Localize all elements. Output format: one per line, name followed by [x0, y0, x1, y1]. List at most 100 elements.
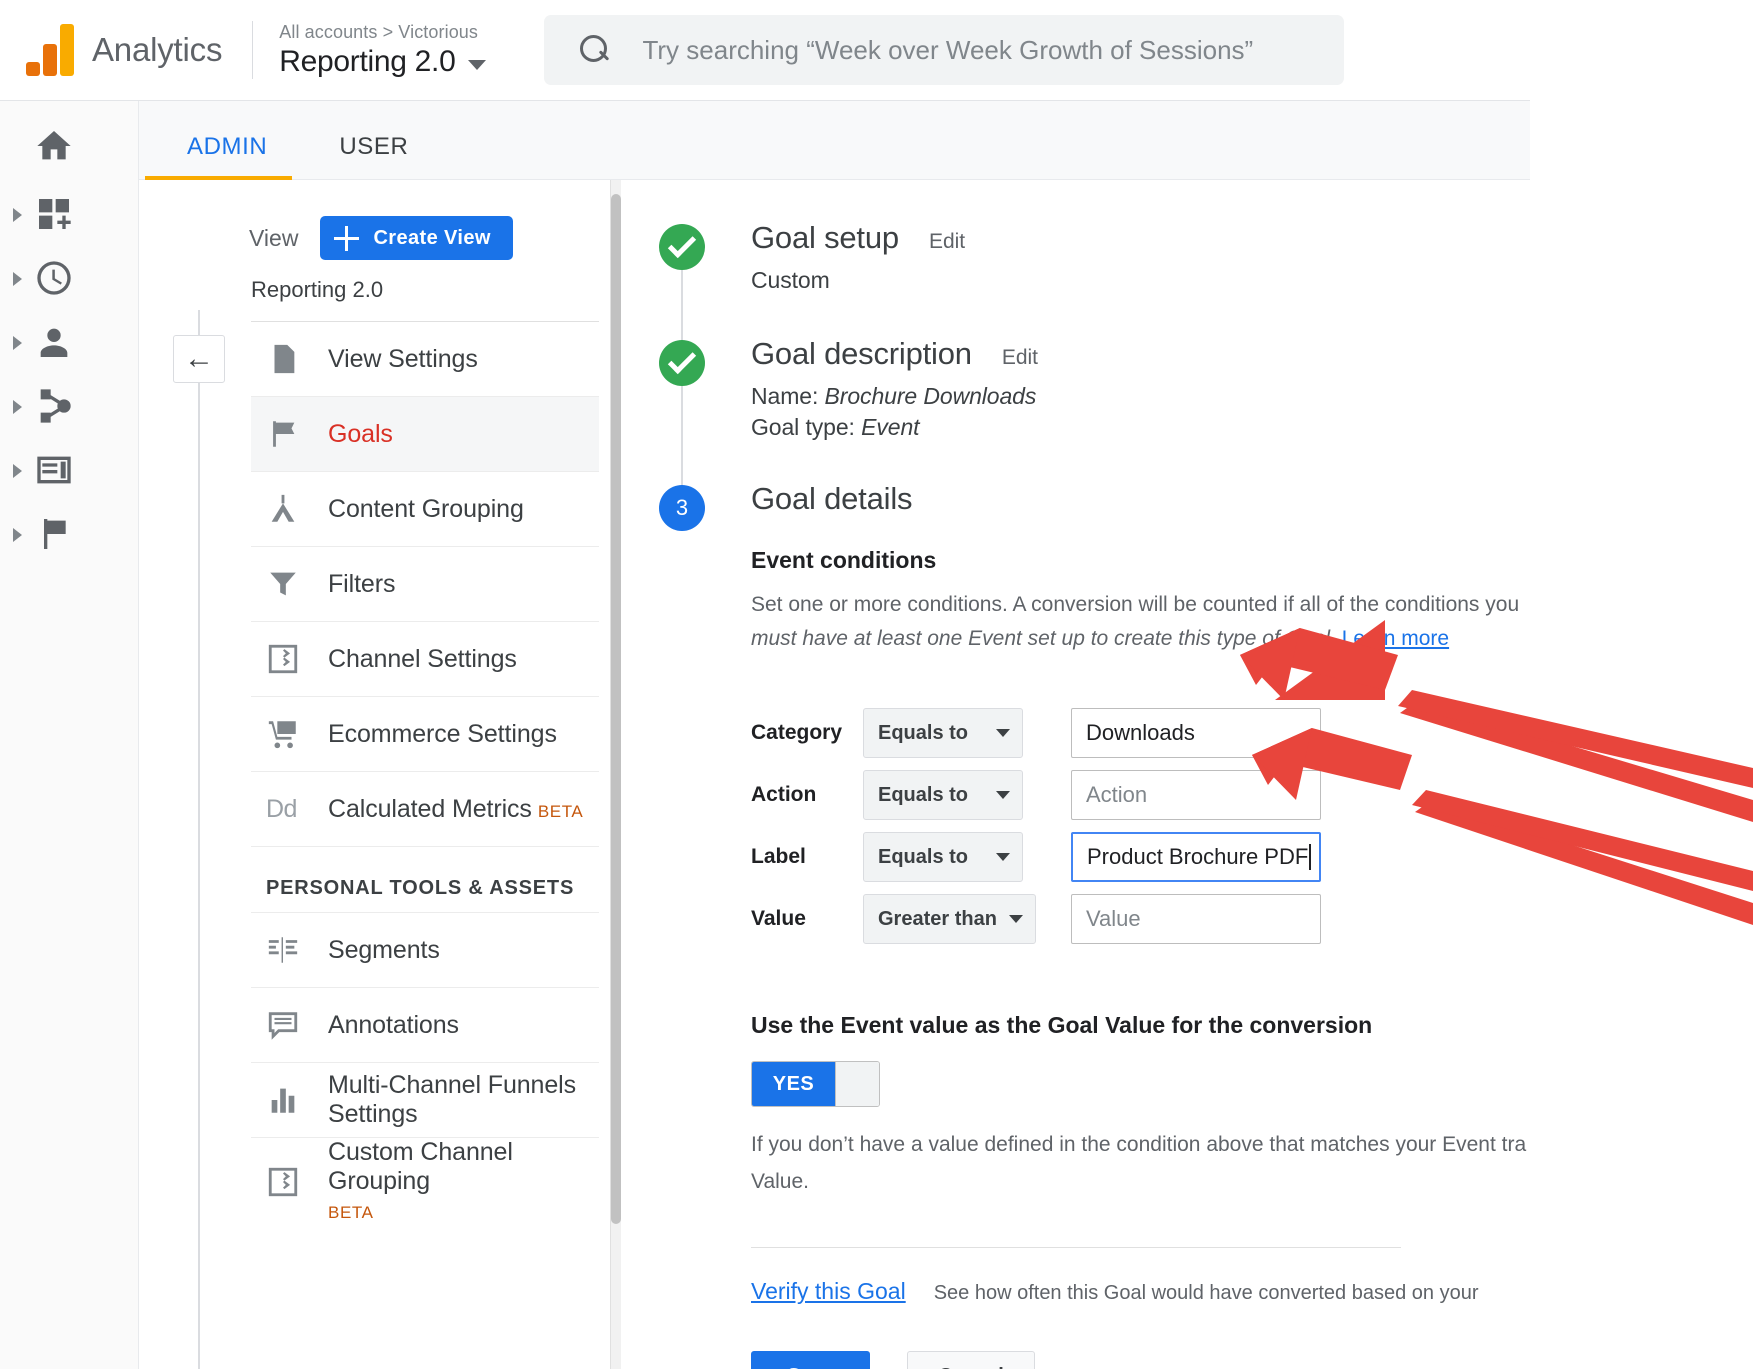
menu-item-label: Ecommerce Settings: [328, 719, 557, 748]
sidebar-item-home[interactable]: [0, 115, 138, 179]
content-grouping-icon: [266, 492, 312, 526]
sidebar-item-multi-channel-funnels[interactable]: Multi-Channel Funnels Settings: [251, 1063, 599, 1138]
expand-arrow-icon: [13, 336, 22, 350]
breadcrumb: All accounts > Victorious: [279, 21, 479, 42]
share-nodes-icon: [34, 386, 76, 428]
sidebar-item-customization[interactable]: [0, 183, 138, 247]
goal-setup-step: Goal setup Edit Custom: [659, 220, 1519, 366]
verify-this-goal-link[interactable]: Verify this Goal: [751, 1278, 906, 1305]
main-scrollbar[interactable]: [611, 180, 621, 1369]
collapse-panel-button[interactable]: ←: [173, 335, 225, 383]
pages-icon: [34, 450, 76, 492]
menu-item-label: Annotations: [328, 1010, 459, 1039]
action-operator-select[interactable]: Equals to: [863, 770, 1023, 821]
label-operator-select[interactable]: Equals to: [863, 832, 1023, 883]
category-value-input[interactable]: Downloads: [1071, 708, 1321, 759]
action-value-input[interactable]: Action: [1071, 770, 1321, 821]
customization-icon: [34, 194, 76, 236]
toggle-yes-label: YES: [752, 1062, 835, 1107]
goal-type-label: Goal type:: [751, 414, 855, 440]
category-operator-select[interactable]: Equals to: [863, 708, 1023, 759]
account-selector[interactable]: All accounts > Victorious Reporting 2.0: [279, 21, 487, 79]
goal-details-step: 3 Goal details Event conditions Set one …: [659, 481, 1526, 1369]
menu-item-label: Multi-Channel Funnels Settings: [328, 1071, 577, 1128]
analytics-admin-page: Analytics All accounts > Victorious Repo…: [0, 0, 1753, 1369]
menu-item-label: Segments: [328, 935, 440, 964]
input-placeholder: Action: [1086, 782, 1148, 808]
funnel-icon: [266, 567, 312, 601]
tab-user[interactable]: USER: [317, 133, 430, 179]
operator-value: Equals to: [878, 845, 969, 868]
condition-row-value: Value Greater than Value: [751, 894, 1519, 945]
sidebar-item-behavior[interactable]: [0, 439, 138, 503]
search-icon: [580, 35, 610, 65]
input-value: Product Brochure PDF: [1087, 844, 1309, 870]
operator-value: Equals to: [878, 721, 969, 744]
value-value-input[interactable]: Value: [1071, 894, 1321, 945]
collapse-connector: [198, 310, 200, 336]
sidebar-item-filters[interactable]: Filters: [251, 547, 599, 622]
event-conditions-heading: Event conditions: [751, 547, 937, 573]
view-label: View: [249, 224, 299, 251]
sidebar-item-realtime[interactable]: [0, 247, 138, 311]
label-value-input[interactable]: Product Brochure PDF: [1071, 832, 1321, 883]
tab-admin[interactable]: ADMIN: [165, 133, 289, 179]
menu-item-label: Custom Channel Grouping BETA: [328, 1138, 513, 1222]
sidebar-item-content-grouping[interactable]: Content Grouping: [251, 472, 599, 547]
goal-steps: Goal setup Edit Custom Goal description …: [659, 220, 1526, 1369]
expand-arrow-icon: [13, 400, 22, 414]
edit-goal-setup-link[interactable]: Edit: [929, 230, 965, 254]
top-header-bar: Analytics All accounts > Victorious Repo…: [0, 0, 1530, 101]
sidebar-item-view-settings[interactable]: View Settings: [251, 322, 599, 397]
chevron-down-icon: [996, 853, 1010, 862]
sidebar-item-audience[interactable]: [0, 311, 138, 375]
save-button[interactable]: Save: [751, 1350, 870, 1369]
cancel-button[interactable]: Cancel: [907, 1350, 1035, 1369]
event-value-toggle-description: If you don’t have a value defined in the…: [751, 1127, 1526, 1201]
sidebar-item-custom-channel-grouping[interactable]: Custom Channel Grouping BETA: [251, 1138, 599, 1225]
document-icon: [266, 342, 312, 376]
sidebar-item-ecommerce-settings[interactable]: Ecommerce Settings: [251, 697, 599, 772]
home-icon: [34, 126, 76, 168]
sidebar-item-channel-settings[interactable]: Channel Settings: [251, 622, 599, 697]
step-title: Goal details: [751, 481, 913, 516]
event-value-toggle[interactable]: YES: [751, 1061, 880, 1108]
bar-chart-icon: [266, 1083, 312, 1117]
channel-settings-icon: [266, 1165, 312, 1199]
menu-item-label: View Settings: [328, 344, 478, 373]
menu-item-label: Filters: [328, 569, 396, 598]
view-header: View Create View: [249, 216, 513, 260]
sidebar-item-conversions[interactable]: [0, 503, 138, 567]
value-operator-select[interactable]: Greater than: [863, 894, 1036, 945]
annotation-icon: [266, 1008, 312, 1042]
property-name[interactable]: Reporting 2.0: [279, 45, 487, 79]
desc-line-2: must have at least one Event set up to c…: [751, 627, 1336, 651]
sidebar-item-annotations[interactable]: Annotations: [251, 988, 599, 1063]
chevron-down-icon: [996, 791, 1010, 800]
sidebar-item-acquisition[interactable]: [0, 375, 138, 439]
panel-vertical-line: [198, 383, 200, 1369]
settings-menu: View Settings Goals Content Grouping Fil…: [251, 322, 599, 1225]
plus-icon: [334, 225, 360, 251]
learn-more-link[interactable]: Learn more: [1342, 627, 1449, 650]
sidebar-item-calculated-metrics[interactable]: Dd Calculated Metrics BETA: [251, 772, 599, 847]
channel-settings-icon: [266, 642, 312, 676]
condition-label: Label: [751, 845, 806, 869]
create-view-button[interactable]: Create View: [320, 216, 513, 260]
personal-tools-section-header: PERSONAL TOOLS & ASSETS: [251, 847, 599, 913]
event-conditions-form: Category Equals to Downloads Action Equa…: [751, 708, 1519, 945]
goal-name-value: Brochure Downloads: [824, 383, 1037, 409]
text-cursor: [1309, 844, 1312, 871]
search-input[interactable]: Try searching “Week over Week Growth of …: [544, 15, 1345, 85]
sidebar-item-segments[interactable]: Segments: [251, 913, 599, 988]
toggle-knob[interactable]: [835, 1062, 879, 1107]
section-divider: [751, 1246, 1401, 1248]
cart-icon: [266, 717, 312, 751]
edit-goal-description-link[interactable]: Edit: [1002, 346, 1038, 370]
header-divider: [252, 21, 254, 79]
operator-value: Equals to: [878, 783, 969, 806]
sidebar-item-goals[interactable]: Goals: [251, 397, 599, 472]
operator-value: Greater than: [878, 907, 997, 930]
scrollbar-thumb[interactable]: [611, 194, 621, 1224]
goal-editor-main: Goal setup Edit Custom Goal description …: [611, 180, 1530, 1369]
